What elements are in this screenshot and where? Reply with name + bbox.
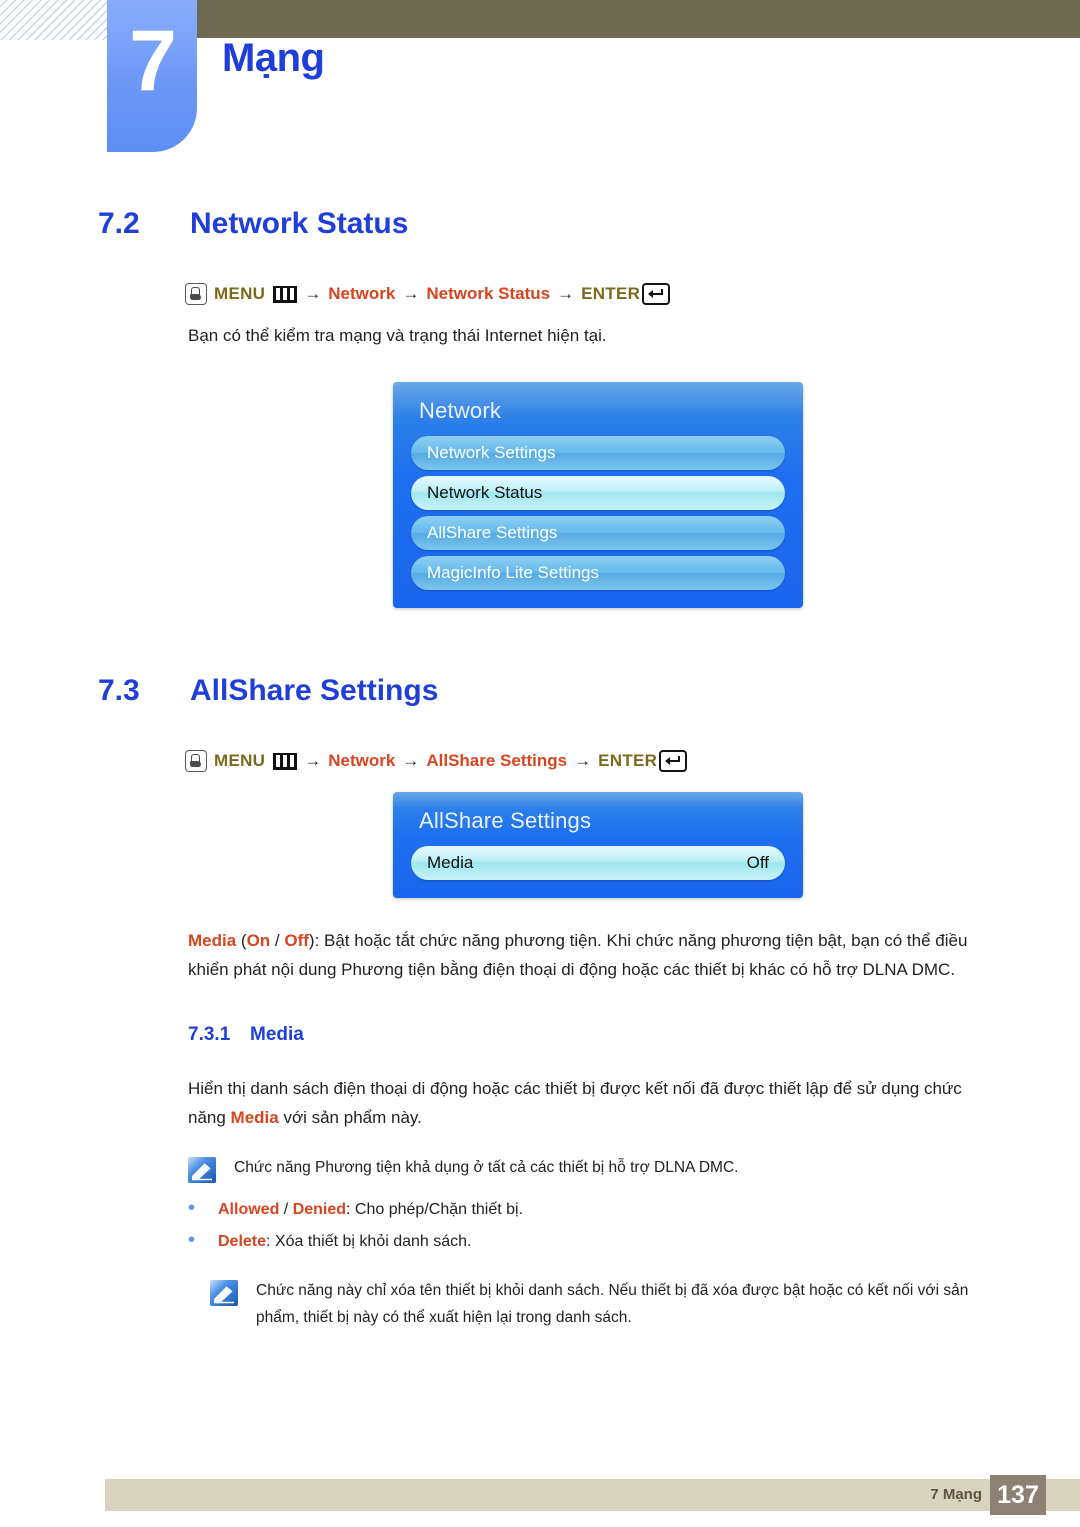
diagonal-hatch-pattern-icon bbox=[0, 0, 112, 40]
page-content: 7.2 Network Status MENU → Network → Netw… bbox=[0, 175, 1080, 1331]
chapter-title: Mạng bbox=[222, 36, 325, 80]
osd-menu-item-network-status[interactable]: Network Status bbox=[411, 476, 785, 510]
navpath-network-status: MENU → Network → Network Status → ENTER bbox=[0, 283, 1080, 305]
bullet-dot-icon: • bbox=[188, 1229, 196, 1251]
osd-item-label: Network Settings bbox=[427, 443, 556, 462]
footer-chapter-label: 7 Mạng bbox=[930, 1486, 982, 1503]
note-pen-icon bbox=[188, 1157, 216, 1183]
emphasis-allowed: Allowed bbox=[218, 1201, 280, 1218]
enter-key-icon bbox=[659, 750, 688, 772]
section-title: Network Status bbox=[190, 207, 409, 240]
emphasis-on: On bbox=[246, 931, 271, 950]
chapter-number: 7 bbox=[129, 13, 177, 109]
navpath-arrow: → bbox=[402, 751, 420, 770]
list-item: • Delete: Xóa thiết bị khỏi danh sách. bbox=[188, 1225, 998, 1257]
slash: / bbox=[279, 1201, 293, 1218]
osd-item-label: AllShare Settings bbox=[427, 523, 558, 542]
page-number: 137 bbox=[990, 1475, 1046, 1515]
note-text: Chức năng này chỉ xóa tên thiết bị khỏi … bbox=[256, 1282, 969, 1326]
osd-item-value: Off bbox=[746, 853, 769, 872]
network-status-description: Bạn có thể kiểm tra mạng và trạng thái I… bbox=[188, 326, 607, 345]
media-body-paragraph: Hiển thị danh sách điện thoại di động ho… bbox=[0, 1074, 1080, 1132]
osd-title: AllShare Settings bbox=[419, 808, 592, 833]
menu-bars-icon bbox=[273, 285, 298, 303]
emphasis-media: Media bbox=[188, 931, 237, 950]
osd-title: Network bbox=[419, 398, 502, 423]
osd-menu-item-allshare-settings[interactable]: AllShare Settings bbox=[411, 516, 785, 550]
navpath-step-network: Network bbox=[328, 284, 396, 303]
note-dlna-dmc: Chức năng Phương tiện khả dụng ở tất cả … bbox=[0, 1154, 1080, 1183]
osd-item-label: Media bbox=[427, 853, 474, 872]
note-pen-icon bbox=[210, 1280, 238, 1306]
section-number: 7.3 bbox=[98, 674, 140, 707]
section-title: Media bbox=[250, 1024, 304, 1045]
navpath-arrow: → bbox=[574, 751, 592, 770]
navpath-step-network-status: Network Status bbox=[426, 284, 551, 303]
emphasis-off: Off bbox=[284, 931, 309, 950]
emphasis-denied: Denied bbox=[292, 1201, 347, 1218]
navpath-menu-label: MENU bbox=[214, 751, 266, 770]
osd-menu-item-media[interactable]: Media Off bbox=[411, 846, 785, 880]
navpath-menu-label: MENU bbox=[214, 284, 266, 303]
allshare-body-paragraph: Media (On / Off): Bật hoặc tắt chức năng… bbox=[0, 926, 1080, 984]
list-item: • Allowed / Denied: Cho phép/Chặn thiết … bbox=[188, 1193, 998, 1225]
osd-menu-item-network-settings[interactable]: Network Settings bbox=[411, 436, 785, 470]
paren-open: ( bbox=[236, 931, 247, 950]
hand-press-button-icon bbox=[185, 283, 207, 305]
osd-menu-item-magicinfo-lite-settings[interactable]: MagicInfo Lite Settings bbox=[411, 556, 785, 590]
osd-item-label: MagicInfo Lite Settings bbox=[427, 563, 599, 582]
section-heading-allshare-settings: 7.3 AllShare Settings bbox=[0, 674, 1080, 708]
enter-key-icon bbox=[642, 283, 671, 305]
chapter-tab: 7 bbox=[107, 0, 197, 152]
navpath-step-allshare-settings: AllShare Settings bbox=[426, 751, 568, 770]
navpath-enter-label: ENTER bbox=[581, 284, 641, 303]
navpath-arrow: → bbox=[557, 284, 575, 303]
media-body-part2: với sản phẩm này. bbox=[278, 1108, 422, 1127]
note-delete-behavior: Chức năng này chỉ xóa tên thiết bị khỏi … bbox=[0, 1277, 1080, 1331]
section-number: 7.2 bbox=[98, 207, 140, 240]
header-olive-bar bbox=[197, 0, 1080, 38]
page-header: 7 Mạng bbox=[0, 0, 1080, 175]
bullet-text: Allowed / Denied: Cho phép/Chặn thiết bị… bbox=[218, 1195, 523, 1225]
osd-network-menu: Network Network Settings Network Status … bbox=[393, 382, 803, 608]
note-text: Chức năng Phương tiện khả dụng ở tất cả … bbox=[234, 1159, 739, 1176]
osd-item-label: Network Status bbox=[427, 483, 543, 502]
navpath-arrow: → bbox=[304, 751, 322, 770]
bullet-dot-icon: • bbox=[188, 1197, 196, 1219]
page-footer: 7 Mạng 137 bbox=[105, 1475, 1080, 1515]
emphasis-media: Media bbox=[230, 1108, 279, 1127]
navpath-arrow: → bbox=[402, 284, 420, 303]
slash: / bbox=[270, 931, 285, 950]
bullet-rest: : Cho phép/Chặn thiết bị. bbox=[346, 1201, 524, 1218]
navpath-arrow: → bbox=[304, 284, 322, 303]
bullet-text: Delete: Xóa thiết bị khỏi danh sách. bbox=[218, 1227, 472, 1257]
hand-press-button-icon bbox=[185, 750, 207, 772]
section-heading-media: 7.3.1 Media bbox=[0, 1024, 1080, 1046]
navpath-allshare-settings: MENU → Network → AllShare Settings → ENT… bbox=[0, 750, 1080, 772]
section-number: 7.3.1 bbox=[188, 1024, 231, 1045]
menu-bars-icon bbox=[273, 752, 298, 770]
emphasis-delete: Delete bbox=[218, 1233, 267, 1250]
media-bullet-list: • Allowed / Denied: Cho phép/Chặn thiết … bbox=[0, 1193, 1080, 1257]
section-title: AllShare Settings bbox=[190, 674, 439, 707]
navpath-step-network: Network bbox=[328, 751, 396, 770]
navpath-enter-label: ENTER bbox=[598, 751, 658, 770]
section-heading-network-status: 7.2 Network Status bbox=[0, 207, 1080, 241]
bullet-rest: : Xóa thiết bị khỏi danh sách. bbox=[266, 1233, 472, 1250]
osd-allshare-menu: AllShare Settings Media Off bbox=[393, 792, 803, 898]
